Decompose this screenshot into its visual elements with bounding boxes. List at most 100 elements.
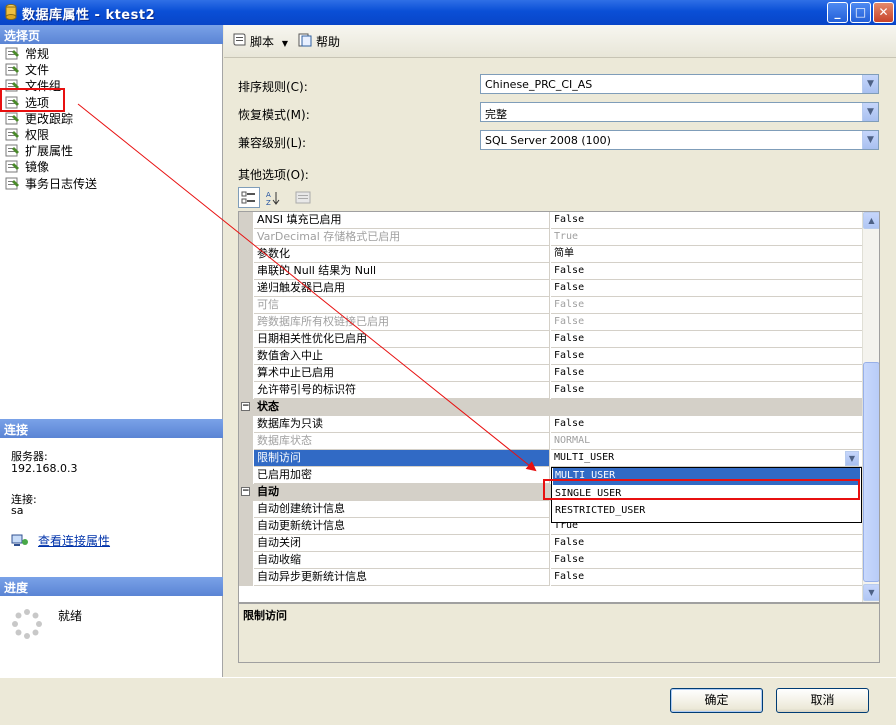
table-row[interactable]: ANSI 填充已启用 False [239, 212, 863, 229]
page-item-permissions[interactable]: 权限 [0, 127, 223, 143]
collapse-icon[interactable]: − [241, 487, 250, 496]
sort-az-icon: A Z [266, 191, 280, 206]
table-row[interactable]: 递归触发器已启用 False [239, 280, 863, 297]
restrict-access-select[interactable]: MULTI_USER [551, 450, 863, 467]
chevron-down-icon[interactable]: ▼ [862, 103, 878, 121]
page-item-label: 文件组 [25, 79, 62, 94]
page-item-filegroups[interactable]: 文件组 [0, 78, 223, 94]
property-value[interactable]: False [551, 314, 863, 331]
table-row[interactable]: 可信 False [239, 297, 863, 314]
minimize-button[interactable]: _ [827, 2, 848, 23]
chevron-down-icon[interactable]: ▼ [862, 75, 878, 93]
page-item-options[interactable]: 选项 [0, 95, 223, 111]
table-row[interactable]: 参数化 简单 [239, 246, 863, 263]
page-item-extended-properties[interactable]: 扩展属性 [0, 143, 223, 159]
compat-level-value: SQL Server 2008 (100) [485, 134, 611, 147]
compat-level-select[interactable]: SQL Server 2008 (100) ▼ [480, 130, 879, 150]
grid-scrollbar[interactable]: ▲ ▼ [862, 212, 879, 602]
table-row-restrict-access[interactable]: 限制访问 MULTI_USER ▼ [239, 450, 863, 467]
script-icon [233, 33, 246, 46]
dropdown-option-single-user[interactable]: SINGLE_USER [553, 486, 860, 503]
table-row[interactable]: 数据库为只读 False [239, 416, 863, 433]
alphabetical-button[interactable]: A Z [262, 187, 284, 208]
table-row[interactable]: 日期相关性优化已启用 False [239, 331, 863, 348]
help-button[interactable]: 帮助 [297, 33, 340, 50]
property-value[interactable]: True [551, 229, 863, 246]
description-title: 限制访问 [243, 609, 287, 622]
table-row[interactable]: 跨数据库所有权链接已启用 False [239, 314, 863, 331]
row-margin [239, 552, 253, 569]
scroll-up-icon[interactable]: ▲ [863, 212, 879, 229]
property-value[interactable]: False [551, 263, 863, 280]
page-icon [5, 47, 19, 60]
property-value[interactable]: False [551, 535, 863, 552]
categorized-button[interactable] [238, 187, 260, 208]
property-value[interactable]: False [551, 365, 863, 382]
category-row-state[interactable]: − 状态 [239, 399, 863, 416]
property-value[interactable]: False [551, 280, 863, 297]
property-name: 日期相关性优化已启用 [254, 331, 550, 348]
progress-spinner-icon [12, 609, 42, 639]
scrollbar-thumb[interactable] [863, 362, 879, 582]
row-margin [239, 501, 253, 518]
category-name: 状态 [254, 399, 550, 416]
page-icon [5, 112, 19, 125]
chevron-down-icon[interactable]: ▼ [845, 451, 859, 466]
property-value[interactable]: False [551, 552, 863, 569]
property-name: 跨数据库所有权链接已启用 [254, 314, 550, 331]
dropdown-arrow-icon[interactable]: ▼ [282, 39, 288, 48]
property-name: 串联的 Null 结果为 Null [254, 263, 550, 280]
table-row[interactable]: 算术中止已启用 False [239, 365, 863, 382]
description-panel: 限制访问 [238, 603, 880, 663]
table-row[interactable]: VarDecimal 存储格式已启用 True [239, 229, 863, 246]
cancel-button[interactable]: 取消 [776, 688, 869, 713]
ok-button[interactable]: 确定 [670, 688, 763, 713]
property-name: 自动更新统计信息 [254, 518, 550, 535]
page-icon [5, 177, 19, 189]
recovery-model-select[interactable]: 完整 ▼ [480, 102, 879, 122]
page-item-files[interactable]: 文件 [0, 62, 223, 78]
property-value[interactable]: False [551, 212, 863, 229]
property-pages-button[interactable] [292, 187, 314, 208]
row-margin [239, 467, 253, 484]
page-item-log-shipping[interactable]: 事务日志传送 [0, 176, 223, 192]
table-row[interactable]: 自动收缩 False [239, 552, 863, 569]
progress-header: 进度 [0, 577, 223, 596]
row-margin [239, 535, 253, 552]
property-value[interactable]: False [551, 382, 863, 399]
property-value[interactable]: NORMAL [551, 433, 863, 450]
property-value[interactable]: False [551, 348, 863, 365]
property-value[interactable]: False [551, 297, 863, 314]
table-row[interactable]: 数值舍入中止 False [239, 348, 863, 365]
maximize-button[interactable]: □ [850, 2, 871, 23]
property-value[interactable]: 简单 [551, 246, 863, 263]
dropdown-option-restricted-user[interactable]: RESTRICTED_USER [553, 503, 860, 520]
property-value[interactable]: False [551, 416, 863, 433]
row-margin [239, 263, 253, 280]
collation-value: Chinese_PRC_CI_AS [485, 78, 593, 91]
collation-select[interactable]: Chinese_PRC_CI_AS ▼ [480, 74, 879, 94]
page-item-mirroring[interactable]: 镜像 [0, 159, 223, 175]
close-button[interactable]: ✕ [873, 2, 894, 23]
page-icon [5, 63, 19, 76]
row-margin: − [239, 484, 253, 501]
table-row[interactable]: 串联的 Null 结果为 Null False [239, 263, 863, 280]
collapse-icon[interactable]: − [241, 402, 250, 411]
table-row[interactable]: 自动关闭 False [239, 535, 863, 552]
chevron-down-icon[interactable]: ▼ [862, 131, 878, 149]
view-connection-properties-link[interactable]: 查看连接属性 [38, 532, 110, 549]
table-row[interactable]: 自动异步更新统计信息 False [239, 569, 863, 586]
property-name: 自动收缩 [254, 552, 550, 569]
property-name: 可信 [254, 297, 550, 314]
script-button[interactable]: 脚本 ▼ [231, 33, 288, 50]
other-options-label: 其他选项(O): [238, 168, 309, 182]
scroll-down-icon[interactable]: ▼ [863, 584, 879, 601]
property-value[interactable]: False [551, 569, 863, 586]
table-row[interactable]: 允许带引号的标识符 False [239, 382, 863, 399]
table-row[interactable]: 数据库状态 NORMAL [239, 433, 863, 450]
left-panel: 选择页 常规 文件 文件组 选项 更改跟踪 权限 扩展属性 镜像 事务日志传送 … [0, 25, 223, 677]
dropdown-option-multi-user[interactable]: MULTI_USER [553, 468, 860, 485]
property-value[interactable]: False [551, 331, 863, 348]
page-item-general[interactable]: 常规 [0, 46, 223, 62]
page-item-change-tracking[interactable]: 更改跟踪 [0, 111, 223, 127]
